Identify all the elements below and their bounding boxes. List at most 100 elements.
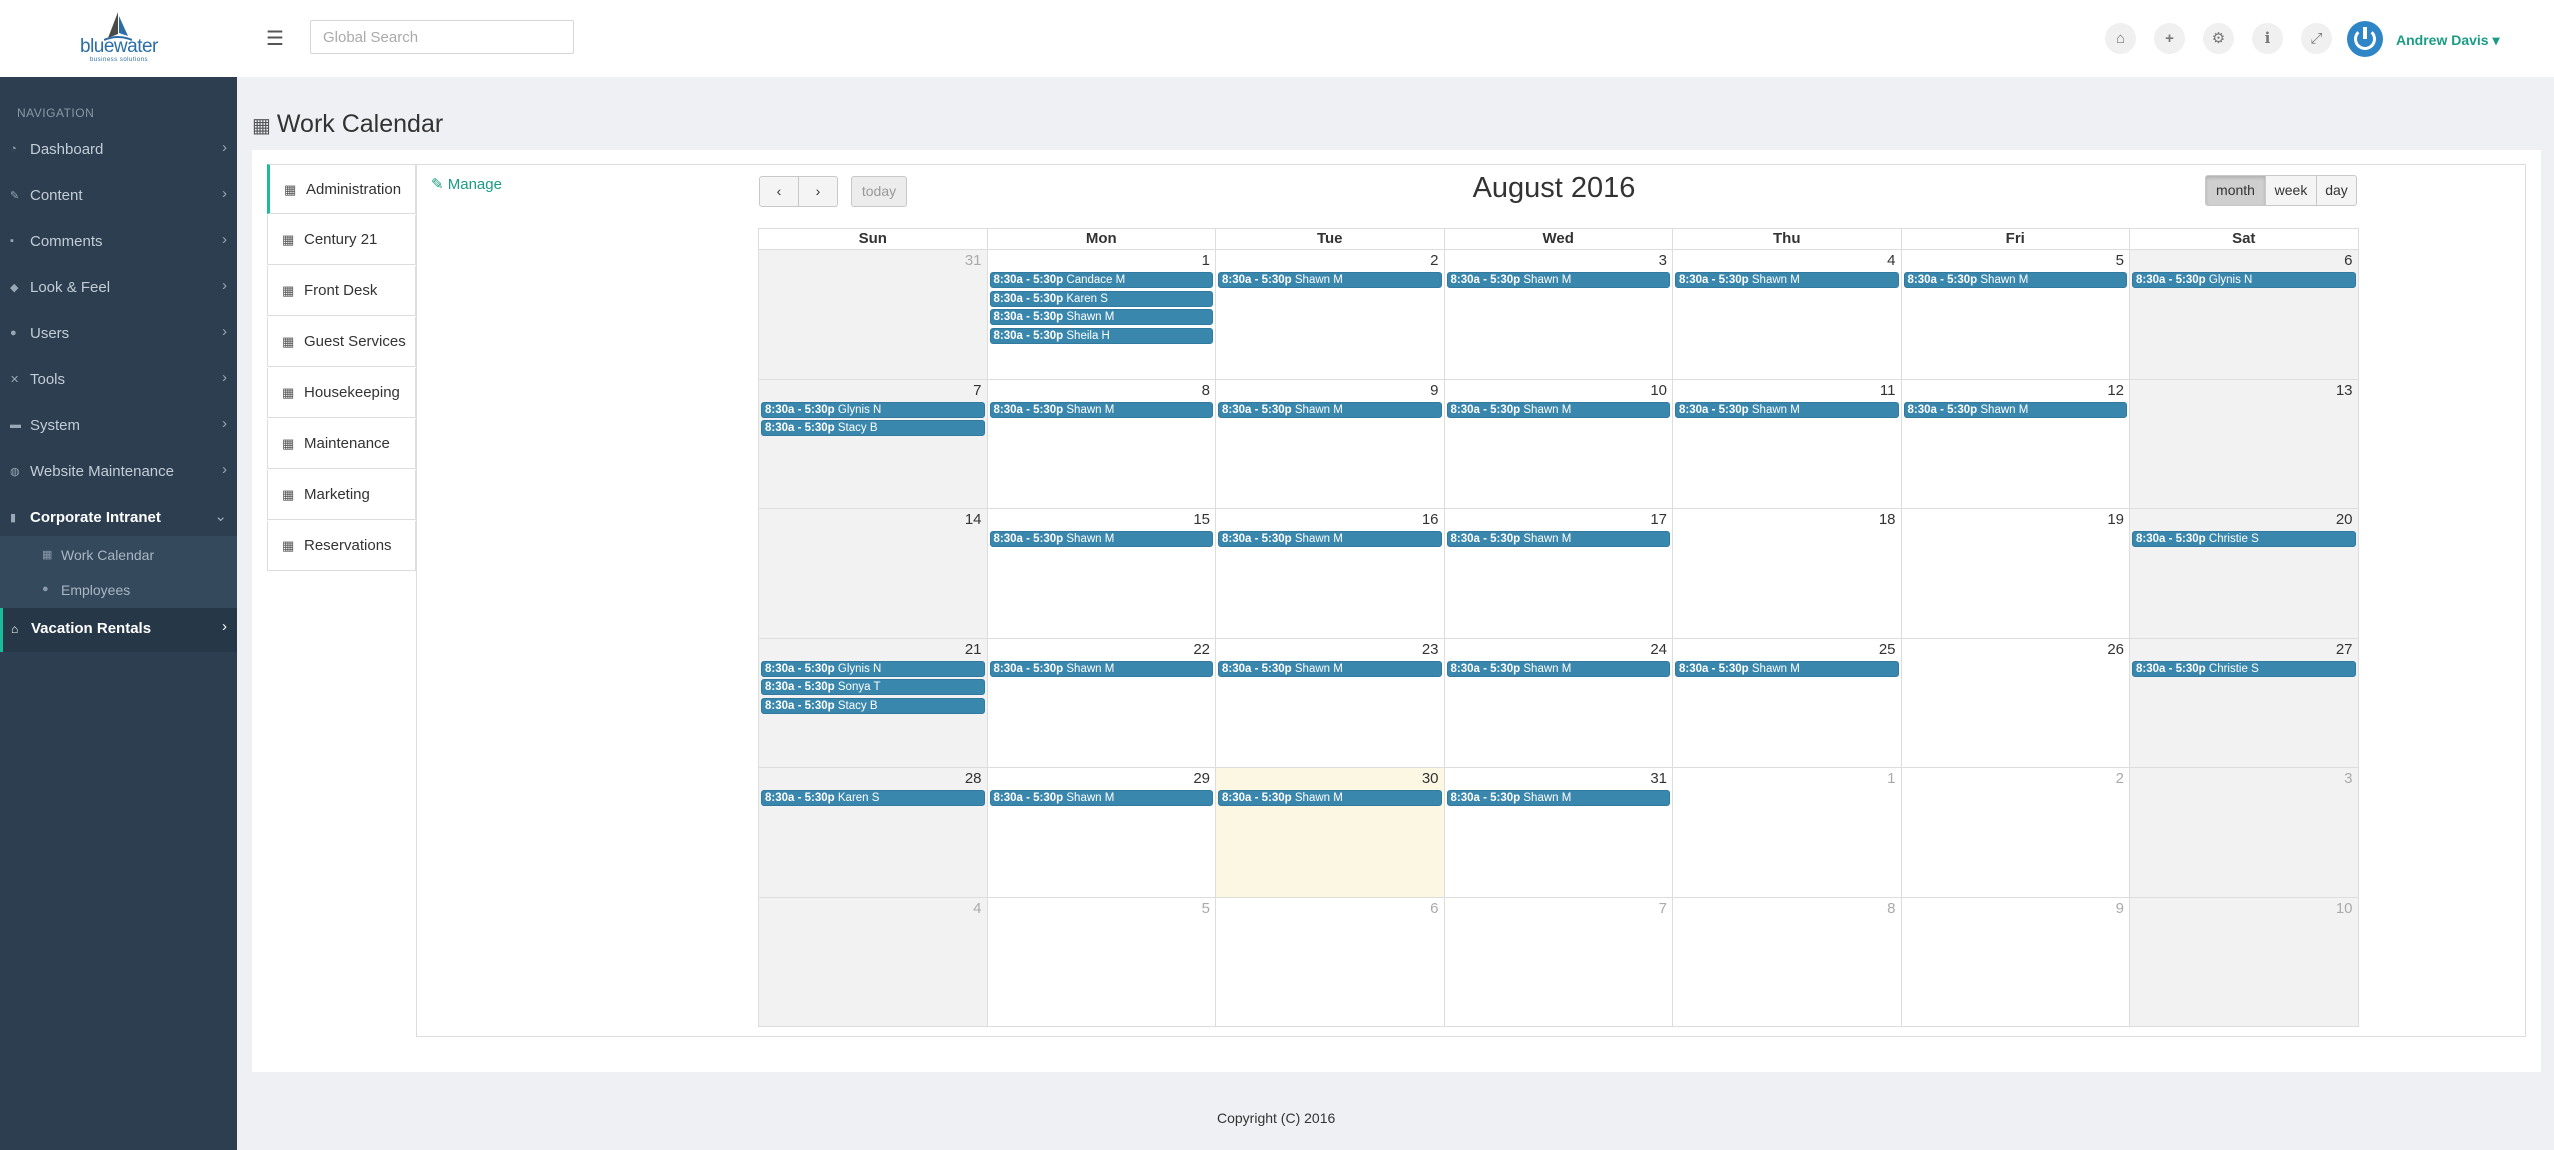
day-cell[interactable]: 4 [758, 896, 988, 1027]
day-cell[interactable]: 14 [758, 508, 988, 639]
day-cell[interactable]: 8 8:30a - 5:30p Shawn M [986, 378, 1216, 509]
sidebar-item-system[interactable]: ▬ System › [0, 405, 237, 449]
day-cell[interactable]: 19 [1900, 508, 2130, 639]
calendar-event[interactable]: 8:30a - 5:30p Shawn M [1675, 401, 1899, 418]
day-cell[interactable]: 13 [2129, 378, 2359, 509]
week-view-button[interactable]: week [2265, 175, 2317, 206]
calendar-event[interactable]: 8:30a - 5:30p Karen S [761, 790, 985, 806]
sidebar-item-users[interactable]: ● Users › [0, 313, 237, 357]
day-cell[interactable]: 10 8:30a - 5:30p Shawn M [1443, 378, 1673, 509]
calendar-event[interactable]: 8:30a - 5:30p Shawn M [989, 309, 1213, 325]
gear-icon[interactable]: ⚙ [2203, 23, 2234, 54]
day-cell[interactable]: 16 8:30a - 5:30p Shawn M [1215, 508, 1445, 639]
day-cell[interactable]: 5 8:30a - 5:30p Shawn M [1900, 249, 2130, 380]
calendar-event[interactable]: 8:30a - 5:30p Shawn M [1903, 401, 2127, 418]
month-view-button[interactable]: month [2205, 175, 2266, 206]
day-cell[interactable]: 17 8:30a - 5:30p Shawn M [1443, 508, 1673, 639]
day-cell[interactable]: 8 [1672, 896, 1902, 1027]
logo[interactable]: bluewater business solutions [0, 0, 237, 77]
next-button[interactable]: › [798, 176, 838, 207]
sidebar-item-look-feel[interactable]: ◆ Look & Feel › [0, 267, 237, 311]
day-cell[interactable]: 26 [1900, 637, 2130, 768]
day-cell[interactable]: 9 8:30a - 5:30p Shawn M [1215, 378, 1445, 509]
calendar-event[interactable]: 8:30a - 5:30p Shawn M [989, 531, 1213, 547]
day-cell[interactable]: 4 8:30a - 5:30p Shawn M [1672, 249, 1902, 380]
day-cell[interactable]: 22 8:30a - 5:30p Shawn M [986, 637, 1216, 768]
sidebar-item-vacation-rentals[interactable]: ⌂ Vacation Rentals › [0, 608, 237, 652]
calendar-event[interactable]: 8:30a - 5:30p Glynis N [761, 401, 985, 418]
sidebar-item-dashboard[interactable]: ◔ Dashboard › [0, 129, 237, 173]
day-cell[interactable]: 9 [1900, 896, 2130, 1027]
day-cell[interactable]: 20 8:30a - 5:30p Christie S [2129, 508, 2359, 639]
calendar-event[interactable]: 8:30a - 5:30p Shawn M [989, 401, 1213, 418]
calendar-item-maintenance[interactable]: ▦ Maintenance [267, 419, 416, 469]
sidebar-item-employees[interactable]: ● Employees [0, 573, 237, 607]
calendar-event[interactable]: 8:30a - 5:30p Stacy B [761, 420, 985, 436]
calendar-event[interactable]: 8:30a - 5:30p Karen S [989, 290, 1213, 307]
day-cell[interactable]: 1 [1672, 767, 1902, 898]
day-cell[interactable]: 15 8:30a - 5:30p Shawn M [986, 508, 1216, 639]
calendar-event[interactable]: 8:30a - 5:30p Shawn M [1903, 272, 2127, 288]
day-cell[interactable]: 11 8:30a - 5:30p Shawn M [1672, 378, 1902, 509]
today-button[interactable]: today [851, 176, 907, 207]
day-cell[interactable]: 2 [1900, 767, 2130, 898]
calendar-event[interactable]: 8:30a - 5:30p Shawn M [989, 790, 1213, 806]
day-cell[interactable]: 21 8:30a - 5:30p Glynis N 8:30a - 5:30p So… [758, 637, 988, 768]
calendar-item-guest-services[interactable]: ▦ Guest Services [267, 317, 416, 367]
calendar-event[interactable]: 8:30a - 5:30p Christie S [2132, 531, 2356, 547]
calendar-item-reservations[interactable]: ▦ Reservations [267, 521, 416, 571]
day-cell[interactable]: 30 8:30a - 5:30p Shawn M [1215, 767, 1445, 898]
day-cell[interactable]: 27 8:30a - 5:30p Christie S [2129, 637, 2359, 768]
calendar-event[interactable]: 8:30a - 5:30p Shawn M [1218, 272, 1442, 288]
day-cell[interactable]: 5 [986, 896, 1216, 1027]
prev-button[interactable]: ‹ [759, 176, 799, 207]
day-cell[interactable]: 7 8:30a - 5:30p Glynis N 8:30a - 5:30p Sta… [758, 378, 988, 509]
sidebar-item-work-calendar[interactable]: ▦ Work Calendar [0, 538, 237, 572]
day-cell[interactable]: 7 [1443, 896, 1673, 1027]
day-cell[interactable]: 2 8:30a - 5:30p Shawn M [1215, 249, 1445, 380]
home-icon[interactable]: ⌂ [2105, 23, 2136, 54]
calendar-item-front-desk[interactable]: ▦ Front Desk [267, 266, 416, 316]
calendar-event[interactable]: 8:30a - 5:30p Christie S [2132, 660, 2356, 677]
day-cell[interactable]: 23 8:30a - 5:30p Shawn M [1215, 637, 1445, 768]
day-view-button[interactable]: day [2316, 175, 2357, 206]
day-cell[interactable]: 28 8:30a - 5:30p Karen S [758, 767, 988, 898]
day-cell[interactable]: 31 8:30a - 5:30p Shawn M [1443, 767, 1673, 898]
plus-icon[interactable]: + [2154, 23, 2185, 54]
expand-icon[interactable]: ⤢ [2301, 23, 2332, 54]
calendar-item-century-21[interactable]: ▦ Century 21 [267, 215, 416, 265]
calendar-event[interactable]: 8:30a - 5:30p Stacy B [761, 697, 985, 714]
calendar-event[interactable]: 8:30a - 5:30p Shawn M [1675, 272, 1899, 288]
user-menu[interactable]: Andrew Davis ▾ [2396, 32, 2500, 49]
day-cell[interactable]: 3 [2129, 767, 2359, 898]
day-cell[interactable]: 29 8:30a - 5:30p Shawn M [986, 767, 1216, 898]
avatar[interactable] [2347, 21, 2383, 57]
calendar-event[interactable]: 8:30a - 5:30p Shawn M [1218, 660, 1442, 677]
day-cell[interactable]: 3 8:30a - 5:30p Shawn M [1443, 249, 1673, 380]
sidebar-item-website-maintenance[interactable]: ◍ Website Maintenance › [0, 451, 237, 495]
calendar-event[interactable]: 8:30a - 5:30p Shawn M [1446, 660, 1670, 677]
calendar-event[interactable]: 8:30a - 5:30p Shawn M [1446, 790, 1670, 806]
sidebar-item-comments[interactable]: ▪ Comments › [0, 221, 237, 265]
day-cell[interactable]: 31 [758, 249, 988, 380]
calendar-event[interactable]: 8:30a - 5:30p Shawn M [1218, 790, 1442, 806]
calendar-event[interactable]: 8:30a - 5:30p Shawn M [1446, 272, 1670, 288]
calendar-event[interactable]: 8:30a - 5:30p Shawn M [1218, 401, 1442, 418]
day-cell[interactable]: 25 8:30a - 5:30p Shawn M [1672, 637, 1902, 768]
calendar-event[interactable]: 8:30a - 5:30p Shawn M [1218, 531, 1442, 547]
calendar-event[interactable]: 8:30a - 5:30p Shawn M [1446, 401, 1670, 418]
calendar-item-housekeeping[interactable]: ▦ Housekeeping [267, 368, 416, 418]
day-cell[interactable]: 12 8:30a - 5:30p Shawn M [1900, 378, 2130, 509]
info-icon[interactable]: i [2252, 23, 2283, 54]
sidebar-item-tools[interactable]: ✕ Tools › [0, 359, 237, 403]
menu-toggle-icon[interactable]: ☰ [262, 26, 288, 52]
calendar-event[interactable]: 8:30a - 5:30p Glynis N [761, 660, 985, 677]
day-cell[interactable]: 6 [1215, 896, 1445, 1027]
day-cell[interactable]: 10 [2129, 896, 2359, 1027]
calendar-event[interactable]: 8:30a - 5:30p Shawn M [1675, 660, 1899, 677]
day-cell[interactable]: 24 8:30a - 5:30p Shawn M [1443, 637, 1673, 768]
calendar-event[interactable]: 8:30a - 5:30p Sheila H [989, 327, 1213, 344]
global-search-input[interactable] [310, 20, 574, 54]
calendar-event[interactable]: 8:30a - 5:30p Glynis N [2132, 272, 2356, 288]
day-cell[interactable]: 18 [1672, 508, 1902, 639]
